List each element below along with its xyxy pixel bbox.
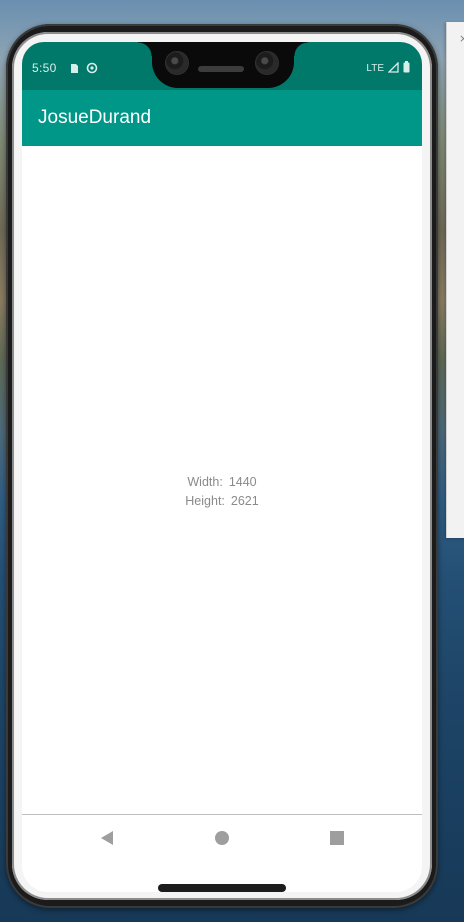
network-type-label: LTE — [366, 63, 384, 74]
width-value: 1440 — [228, 475, 257, 489]
signal-icon — [387, 60, 399, 76]
status-left-icons — [70, 61, 98, 79]
height-label: Height: — [185, 494, 225, 508]
sync-icon — [86, 61, 98, 79]
desktop-background: × 5:50 LTE JosueDurand Width: 1440 Heigh… — [0, 0, 464, 922]
home-icon — [215, 831, 229, 845]
device-screen: 5:50 LTE JosueDurand Width: 1440 Height:… — [22, 42, 422, 892]
battery-icon — [403, 61, 410, 76]
width-label: Width: — [187, 475, 223, 489]
background-window: × — [446, 22, 464, 538]
front-camera-left-icon — [166, 52, 188, 74]
width-row: Width: 1440 — [22, 473, 422, 492]
dimensions-display: Width: 1440 Height: 2621 — [22, 473, 422, 511]
app-toolbar: JosueDurand — [22, 90, 422, 146]
status-bar: 5:50 LTE — [22, 42, 422, 90]
back-icon — [101, 831, 113, 845]
status-right-icons: LTE — [366, 60, 410, 76]
background-window-close-button[interactable]: × — [459, 32, 464, 45]
main-content: Width: 1440 Height: 2621 — [22, 146, 422, 814]
display-notch — [138, 42, 308, 88]
home-indicator — [158, 884, 286, 892]
app-title: JosueDurand — [38, 107, 152, 128]
recents-icon — [330, 831, 344, 845]
recents-button[interactable] — [328, 829, 346, 847]
height-value: 2621 — [230, 494, 259, 508]
height-row: Height: 2621 — [22, 492, 422, 511]
status-time: 5:50 — [32, 61, 57, 75]
sim-card-icon — [70, 61, 79, 79]
navigation-bar — [22, 814, 422, 861]
home-button[interactable] — [213, 829, 231, 847]
earpiece-speaker — [198, 66, 244, 72]
front-camera-right-icon — [256, 52, 278, 74]
back-button[interactable] — [98, 829, 116, 847]
